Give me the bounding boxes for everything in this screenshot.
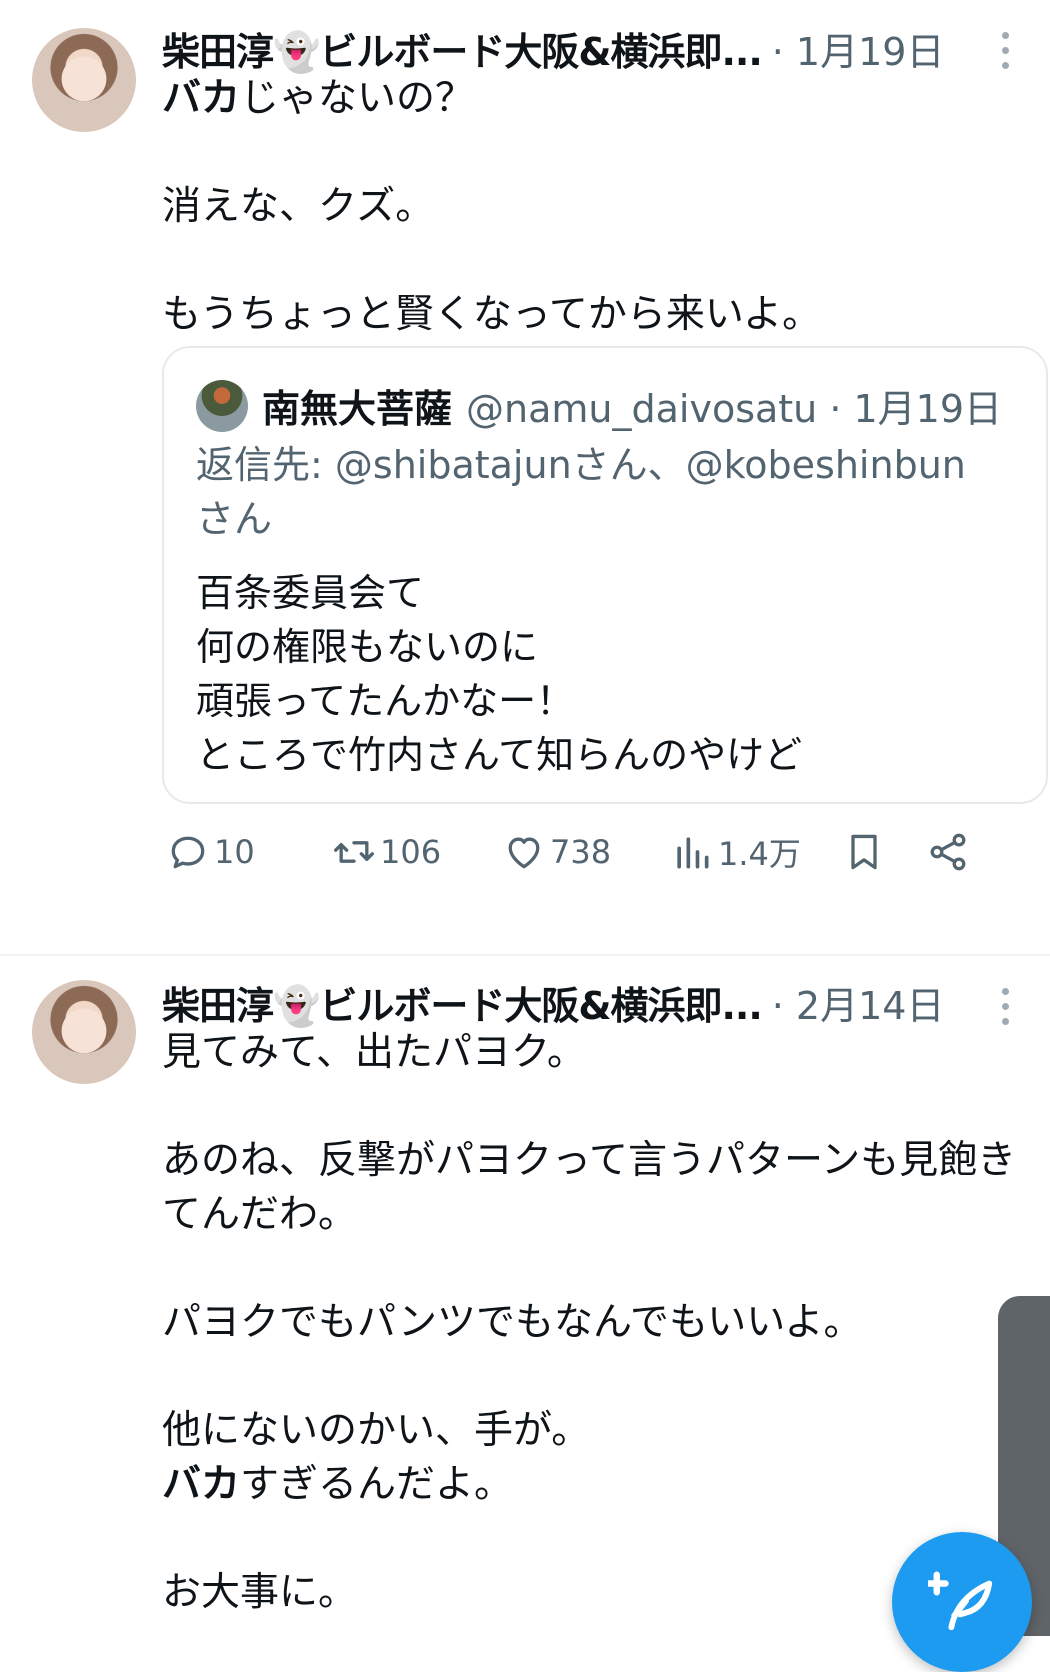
share-button[interactable]	[926, 822, 974, 882]
tweet-text: 見てみて、出たパヨク。 あのね、反撃がパヨクって言うパターンも見飽き てんだわ。…	[162, 1026, 1040, 1620]
avatar[interactable]	[32, 28, 136, 132]
quoted-tweet-text: 百条委員会て 何の権限もないのに 頑張ってたんかなー！ ところで竹内さんて知らん…	[196, 571, 803, 777]
author-name[interactable]: 柴田淳👻ビルボード大阪&横浜即...	[162, 21, 763, 76]
tweet-text-bold: バカ	[162, 76, 241, 121]
quoted-tweet[interactable]: 南無大菩薩 @namu_daivosatu · 1月19日 返信先: @shib…	[162, 346, 1048, 804]
reply-to-label: 返信先:	[196, 443, 335, 487]
tweet-text: バカじゃないの？ 消えな、クズ。 もうちょっと賢くなってから来いよ。	[162, 72, 1040, 342]
heart-icon	[508, 837, 540, 869]
quoted-handle-date: @namu_daivosatu · 1月19日	[466, 387, 1003, 431]
tweet-header: 柴田淳👻ビルボード大阪&横浜即... · 2月14日	[162, 974, 944, 1030]
author-name[interactable]: 柴田淳👻ビルボード大阪&横浜即...	[162, 975, 763, 1030]
tweet-date[interactable]: · 1月19日	[772, 21, 945, 76]
retweet-count: 106	[380, 833, 442, 871]
tweet-header: 柴田淳👻ビルボード大阪&横浜即... · 1月19日	[162, 20, 944, 76]
tweet-date[interactable]: · 2月14日	[772, 975, 945, 1030]
quoted-avatar	[196, 379, 248, 432]
tweet-text-bold: バカ	[162, 1462, 241, 1507]
views-icon	[677, 837, 709, 869]
tweet-text-rest: じゃないの？ 消えな、クズ。 もうちょっと賢くなってから来いよ。	[162, 76, 822, 337]
bookmark-icon	[851, 834, 877, 870]
more-options-icon[interactable]	[1002, 988, 1010, 1025]
retweet-icon	[334, 841, 374, 863]
tweet-actions: 10 106 738 1.4万	[166, 822, 1026, 882]
quoted-tweet-header: 南無大菩薩 @namu_daivosatu · 1月19日	[196, 378, 1002, 433]
reply-icon	[171, 836, 205, 869]
avatar[interactable]	[32, 980, 136, 1084]
views-count: 1.4万	[718, 835, 801, 873]
tweet-text-pre: 見てみて、出たパヨク。 あのね、反撃がパヨクって言うパターンも見飽き てんだわ。…	[162, 1030, 1017, 1453]
compose-button[interactable]	[892, 1532, 1032, 1672]
bookmark-button[interactable]	[842, 822, 890, 882]
reply-button[interactable]: 10	[166, 822, 255, 882]
reply-count: 10	[214, 833, 255, 871]
tweet[interactable]: 柴田淳👻ビルボード大阪&横浜即... · 1月19日 バカじゃないの？ 消えな、…	[0, 0, 1050, 902]
retweet-button[interactable]: 106	[332, 822, 441, 882]
views-button[interactable]: 1.4万	[670, 822, 801, 882]
like-button[interactable]: 738	[502, 822, 611, 882]
more-options-icon[interactable]	[1002, 32, 1010, 69]
compose-icon	[928, 1571, 993, 1631]
share-icon	[930, 833, 966, 871]
like-count: 738	[550, 833, 612, 871]
quoted-author-name: 南無大菩薩	[262, 387, 453, 431]
tweet[interactable]: 柴田淳👻ビルボード大阪&横浜即... · 2月14日 見てみて、出たパヨク。 あ…	[0, 956, 1050, 1659]
reply-to-line: 返信先: @shibatajunさん、@kobeshinbun さん	[196, 438, 1006, 546]
